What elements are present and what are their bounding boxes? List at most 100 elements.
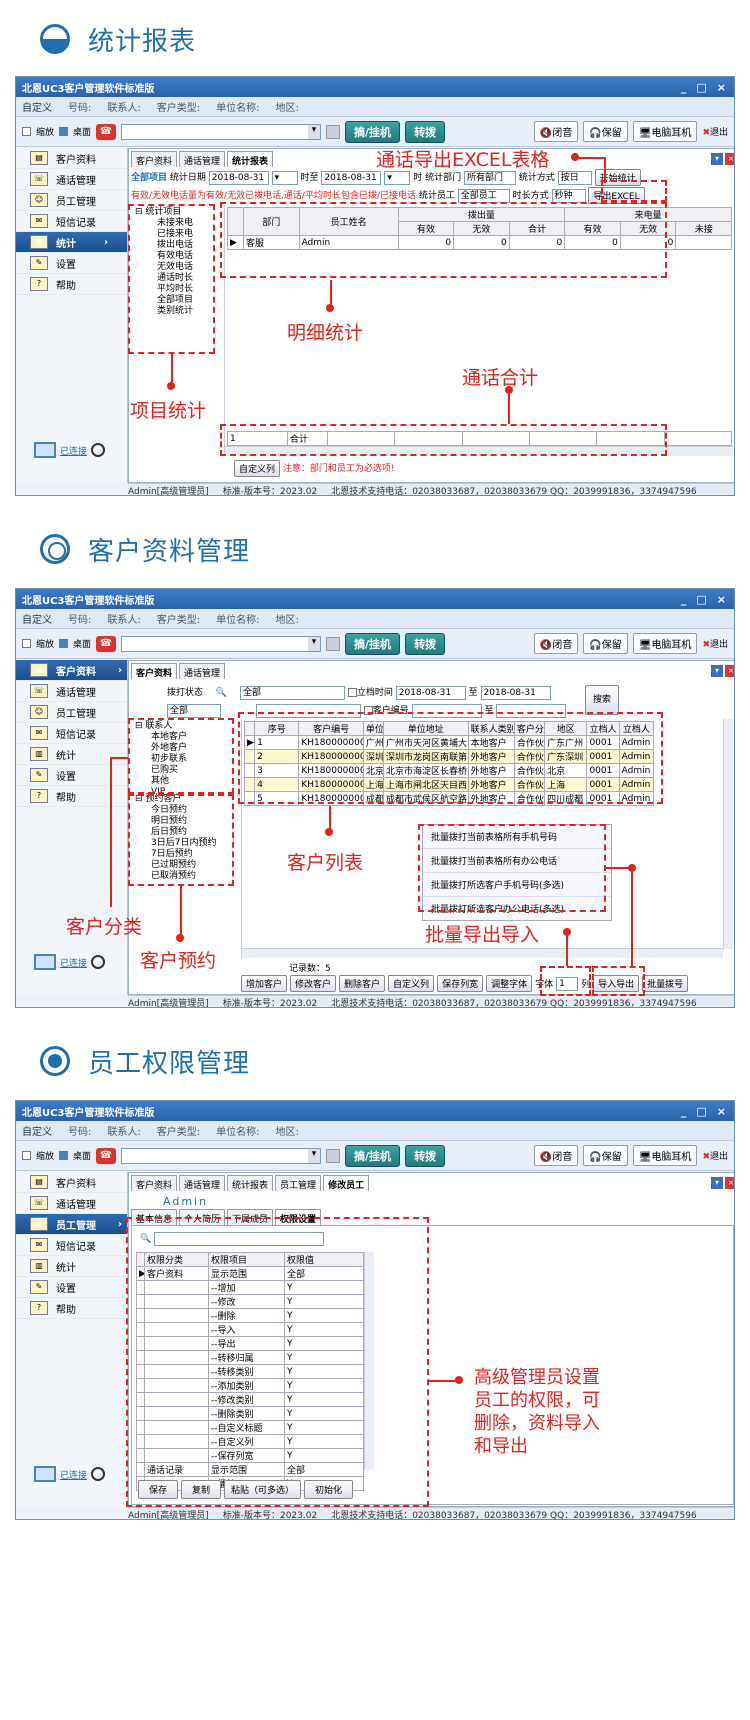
desktop-icon[interactable]: [59, 127, 69, 136]
time-checkbox[interactable]: [347, 688, 357, 697]
sidebar-item-customers[interactable]: ▤ 客户资料: [16, 1172, 127, 1193]
all-items-label[interactable]: 全部项目: [131, 173, 167, 183]
tab-customers[interactable]: 客户资料: [131, 151, 178, 167]
custom-columns-button[interactable]: 自定义列: [234, 460, 281, 477]
mute-button[interactable]: 🔇闭音: [533, 633, 579, 654]
horizontal-scrollbar[interactable]: [242, 948, 723, 958]
edit-customer-button[interactable]: 修改客户: [290, 975, 337, 992]
sidebar-item-customers[interactable]: ▤ 客户资料 ›: [16, 660, 127, 681]
tab-calls[interactable]: 通话管理: [179, 151, 226, 167]
search-icon[interactable]: 🔍: [216, 688, 227, 698]
adjust-font-button[interactable]: 调整字体: [486, 975, 533, 992]
sidebar-item-sms[interactable]: ✉ 短信记录: [16, 723, 127, 744]
custom-label[interactable]: 自定义: [22, 611, 52, 626]
method-select[interactable]: 按日: [557, 170, 592, 185]
tab-staff[interactable]: 员工管理: [275, 1175, 322, 1191]
sidebar-item-calls[interactable]: ☏ 通话管理: [16, 1193, 127, 1214]
tab-customers[interactable]: 客户资料: [131, 1175, 178, 1191]
dept-select[interactable]: 所有部门: [463, 170, 516, 185]
add-customer-button[interactable]: 增加客户: [241, 975, 288, 992]
tab-customers[interactable]: 客户资料: [131, 663, 178, 679]
chevron-down-icon[interactable]: ▾: [711, 1177, 723, 1189]
exit-button[interactable]: ✖退出: [702, 637, 728, 650]
custom-columns-button[interactable]: 自定义列: [388, 975, 435, 992]
sidebar-item-sms[interactable]: ✉ 短信记录: [16, 1235, 127, 1256]
shrink-checkbox[interactable]: [22, 127, 31, 136]
sidebar-item-settings[interactable]: ✎ 设置: [16, 1277, 127, 1298]
close-icon[interactable]: ×: [725, 1177, 734, 1189]
minimize-button[interactable]: _: [681, 81, 687, 94]
keypad-icon[interactable]: [326, 1148, 341, 1163]
tab-calls[interactable]: 通话管理: [179, 663, 226, 679]
dial-button[interactable]: 摘/挂机: [345, 632, 401, 655]
sidebar-item-stats[interactable]: ▥ 统计: [16, 1256, 127, 1277]
desktop-icon[interactable]: [59, 639, 69, 648]
search-button[interactable]: 搜索: [585, 685, 619, 715]
vertical-scrollbar[interactable]: [723, 719, 733, 949]
shrink-checkbox[interactable]: [22, 639, 31, 648]
maximize-button[interactable]: □: [696, 593, 706, 606]
exit-button[interactable]: ✖退出: [702, 1149, 728, 1162]
duration-select[interactable]: 秒钟: [551, 188, 586, 203]
custom-label[interactable]: 自定义: [22, 99, 52, 114]
col-header[interactable]: 未接: [675, 221, 732, 236]
close-icon[interactable]: ×: [725, 153, 734, 165]
dial-button[interactable]: 摘/挂机: [345, 1144, 401, 1167]
tab-stats[interactable]: 统计报表: [227, 151, 274, 167]
phone-icon[interactable]: ☎: [96, 635, 117, 652]
sidebar-item-stats[interactable]: ▥ 统计 ›: [16, 232, 127, 253]
hour-to-select[interactable]: ▾: [384, 170, 411, 185]
save-widths-button[interactable]: 保存列宽: [437, 975, 484, 992]
chevron-down-icon[interactable]: ▾: [711, 665, 723, 677]
sidebar-item-help[interactable]: ? 帮助: [16, 274, 127, 295]
dial-input[interactable]: [121, 635, 322, 652]
maximize-button[interactable]: □: [696, 1105, 706, 1118]
minimize-button[interactable]: _: [681, 1105, 687, 1118]
batch-dial-button[interactable]: 批量拨号: [642, 975, 689, 992]
sidebar-item-staff[interactable]: ☺ 员工管理: [16, 702, 127, 723]
maximize-button[interactable]: □: [696, 81, 706, 94]
status-select[interactable]: 全部: [239, 685, 345, 700]
phone-icon[interactable]: ☎: [96, 1147, 117, 1164]
date-to-input[interactable]: 2018-08-31: [321, 170, 382, 185]
sidebar-item-sms[interactable]: ✉ 短信记录: [16, 211, 127, 232]
transfer-button[interactable]: 转拨: [405, 1144, 446, 1167]
mute-button[interactable]: 🔇闭音: [533, 1145, 579, 1166]
close-button[interactable]: ×: [717, 81, 726, 94]
sidebar-item-help[interactable]: ? 帮助: [16, 1298, 127, 1319]
mute-button[interactable]: 🔇闭音: [533, 121, 579, 142]
headset-button[interactable]: 🖥电脑耳机: [632, 121, 698, 142]
sidebar-item-customers[interactable]: ▤ 客户资料: [16, 148, 127, 169]
close-button[interactable]: ×: [717, 1105, 726, 1118]
date-to-input[interactable]: 2018-08-31: [480, 685, 551, 700]
desktop-icon[interactable]: [59, 1151, 69, 1160]
phone-icon[interactable]: ☎: [96, 123, 117, 140]
sidebar-item-calls[interactable]: ☏ 通话管理: [16, 681, 127, 702]
date-from-input[interactable]: 2018-08-31: [208, 170, 269, 185]
dial-button[interactable]: 摘/挂机: [345, 120, 401, 143]
hold-button[interactable]: 🎧保留: [583, 633, 628, 654]
delete-customer-button[interactable]: 删除客户: [339, 975, 386, 992]
dial-input[interactable]: [121, 123, 322, 140]
close-icon[interactable]: ×: [725, 665, 734, 677]
headset-button[interactable]: 🖥电脑耳机: [632, 633, 698, 654]
custom-label[interactable]: 自定义: [22, 1123, 52, 1138]
headset-button[interactable]: 🖥电脑耳机: [632, 1145, 698, 1166]
keypad-icon[interactable]: [326, 636, 341, 651]
exit-button[interactable]: ✖退出: [702, 125, 728, 138]
minimize-button[interactable]: _: [681, 593, 687, 606]
close-button[interactable]: ×: [717, 593, 726, 606]
sidebar-item-staff[interactable]: ☺ 员工管理 ›: [16, 1214, 127, 1235]
date-from-input[interactable]: 2018-08-31: [395, 685, 466, 700]
chevron-down-icon[interactable]: ▾: [711, 153, 723, 165]
dial-input[interactable]: [121, 1147, 322, 1164]
keypad-icon[interactable]: [326, 124, 341, 139]
sidebar-item-calls[interactable]: ☏ 通话管理: [16, 169, 127, 190]
staff-select[interactable]: 全部员工: [457, 188, 510, 203]
transfer-button[interactable]: 转拨: [405, 120, 446, 143]
hold-button[interactable]: 🎧保留: [583, 121, 628, 142]
sidebar-item-settings[interactable]: ✎ 设置: [16, 253, 127, 274]
hour-from-select[interactable]: ▾: [271, 170, 298, 185]
transfer-button[interactable]: 转拨: [405, 632, 446, 655]
tab-stats[interactable]: 统计报表: [227, 1175, 274, 1191]
